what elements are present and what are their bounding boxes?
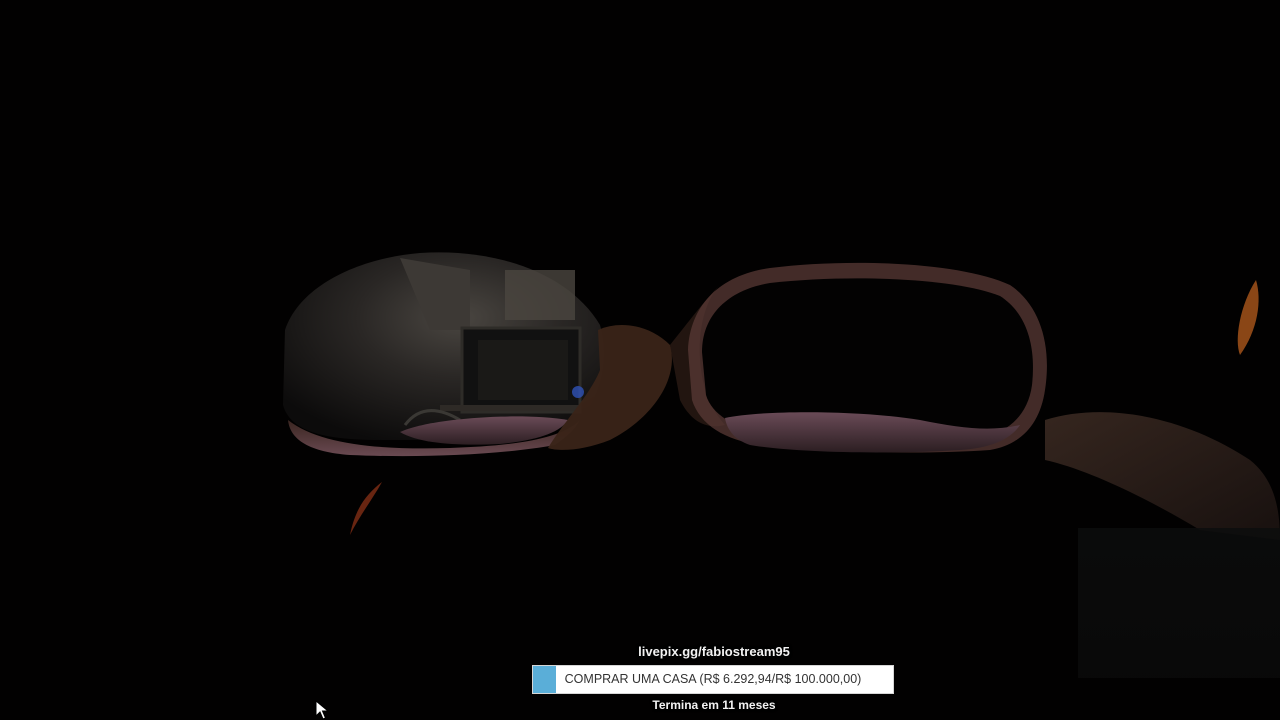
streamer-webcam: [1078, 528, 1280, 678]
donation-link: livepix.gg/fabiostream95: [638, 644, 790, 659]
donation-goal-deadline: Termina em 11 meses: [652, 698, 776, 712]
mouse-pointer-icon: [315, 700, 330, 720]
room-desk: [440, 405, 580, 411]
donation-goal-bar: COMPRAR UMA CASA (R$ 6.292,94/R$ 100.000…: [532, 665, 894, 694]
donation-goal-label: COMPRAR UMA CASA (R$ 6.292,94/R$ 100.000…: [564, 672, 862, 686]
room-monitor-screen: [478, 340, 568, 400]
room-blue-light: [572, 386, 584, 398]
game-viewport[interactable]: livepix.gg/fabiostream95 COMPRAR UMA CAS…: [0, 0, 1280, 720]
room-vent: [505, 270, 575, 320]
